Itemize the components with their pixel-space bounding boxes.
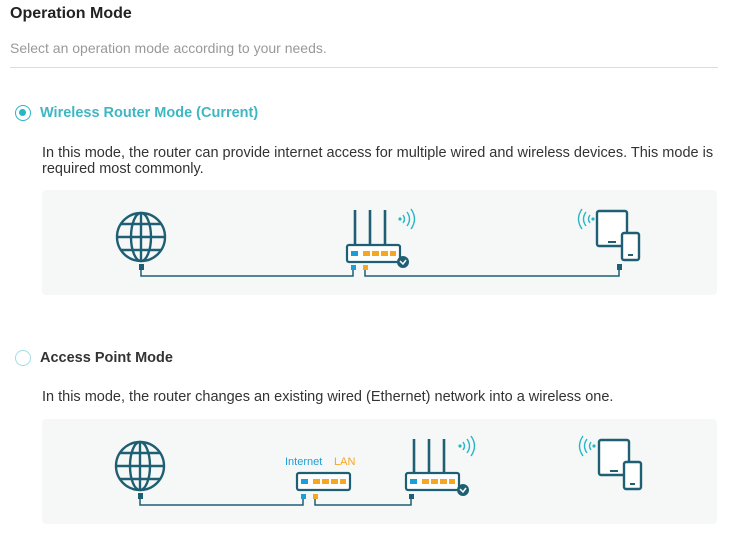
router-icon [345, 208, 416, 268]
internet-port-label: Internet [285, 456, 322, 468]
devices-icon [578, 435, 643, 491]
access-point-mode-diagram: Internet LAN [42, 419, 717, 524]
modem-icon [295, 471, 352, 492]
wireless-router-mode-radio[interactable] [15, 105, 31, 121]
access-point-mode-description: In this mode, the router changes an exis… [42, 389, 614, 405]
divider [10, 67, 718, 68]
access-point-mode-radio[interactable] [15, 350, 31, 366]
wireless-router-mode-description: In this mode, the router can provide int… [42, 145, 714, 177]
globe-icon [114, 440, 166, 492]
globe-icon [115, 211, 167, 263]
page-subtitle: Select an operation mode according to yo… [10, 40, 327, 56]
page-title: Operation Mode [10, 5, 132, 22]
lan-port-label: LAN [334, 456, 355, 468]
wireless-router-mode-diagram [42, 190, 717, 295]
devices-icon [577, 208, 641, 262]
wireless-router-mode-label[interactable]: Wireless Router Mode (Current) [40, 105, 258, 121]
router-icon [404, 435, 476, 496]
access-point-mode-label[interactable]: Access Point Mode [40, 350, 173, 366]
